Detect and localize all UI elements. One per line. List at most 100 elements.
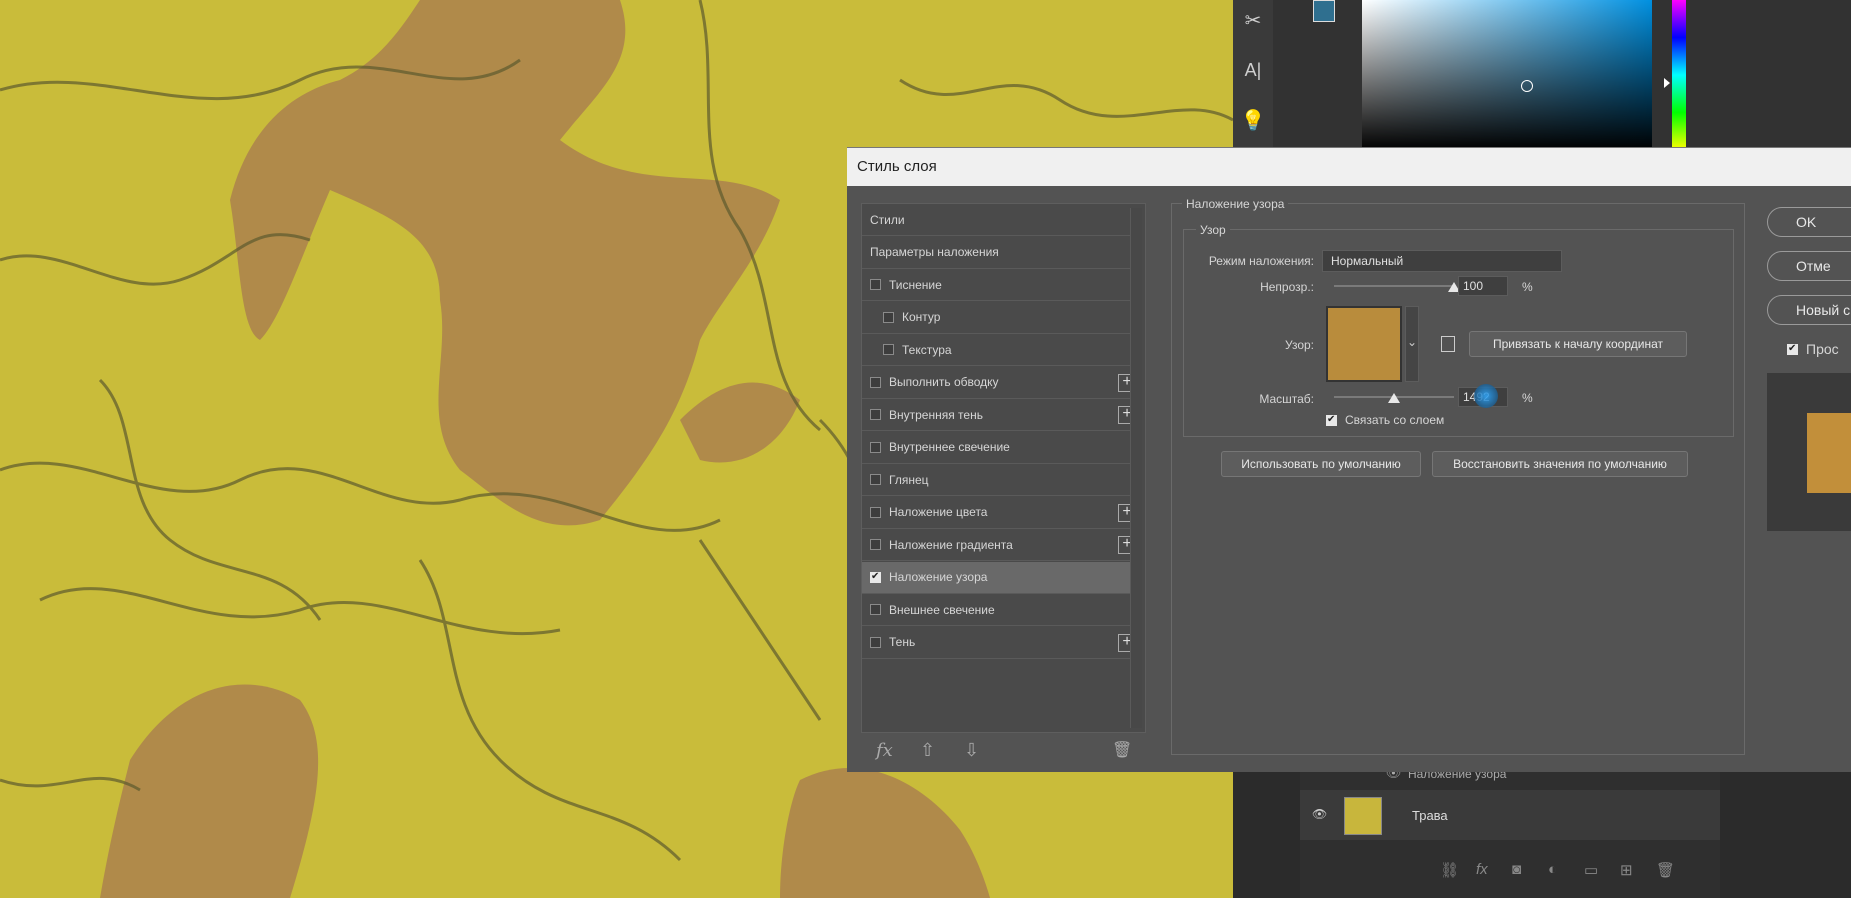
folder-icon[interactable]: ▭	[1584, 861, 1598, 879]
opacity-label: Непрозр.:	[1260, 280, 1314, 294]
style-list-label: Выполнить обводку	[889, 375, 999, 389]
style-list-label: Параметры наложения	[870, 245, 999, 259]
style-checkbox[interactable]	[870, 409, 881, 420]
ok-button[interactable]: OK	[1767, 207, 1851, 237]
style-list-label: Глянец	[889, 472, 929, 487]
style-list-item[interactable]: Глянец	[862, 464, 1140, 496]
fx-icon[interactable]: fx	[876, 740, 893, 761]
style-checkbox[interactable]	[870, 279, 881, 290]
color-panel	[1273, 0, 1851, 160]
new-preset-icon[interactable]	[1441, 336, 1455, 352]
layer-name: Трава	[1412, 808, 1448, 823]
styles-list: Стили Параметры наложения Тиснение Контур Те…	[861, 203, 1146, 761]
style-list-label: Внешнее свечение	[889, 602, 995, 617]
snap-to-origin-button[interactable]: Привязать к началу координат	[1469, 331, 1687, 357]
hue-slider[interactable]	[1672, 0, 1686, 150]
style-list-label: Тень	[889, 635, 916, 649]
style-checkbox[interactable]	[870, 539, 881, 550]
checkbox[interactable]	[1787, 343, 1798, 355]
fx-icon[interactable]: fx	[1476, 861, 1488, 878]
style-checkbox[interactable]	[883, 311, 894, 323]
style-checkbox[interactable]	[870, 604, 881, 615]
style-checkbox[interactable]	[870, 376, 881, 388]
style-list-label: Наложение цвета	[889, 505, 988, 519]
style-checkbox[interactable]	[883, 344, 894, 355]
link-icon[interactable]: ⛓	[1440, 861, 1459, 879]
style-list-item[interactable]: Внутреннее свечение	[862, 432, 1140, 464]
style-list-item[interactable]: Наложение градиента +	[862, 529, 1140, 561]
pattern-swatch[interactable]	[1326, 306, 1402, 382]
scale-slider-thumb[interactable]	[1388, 393, 1400, 403]
scale-label: Масштаб:	[1259, 392, 1314, 406]
pattern-group: Узор Режим наложения: Нормальный Непрозр…	[1183, 223, 1734, 437]
hue-slider-arrow[interactable]	[1664, 78, 1670, 88]
preview-swatch	[1807, 413, 1851, 493]
styles-list-scrollbar[interactable]	[1130, 208, 1142, 728]
style-checkbox[interactable]	[870, 441, 881, 453]
adjustment-icon[interactable]: ◐	[1548, 861, 1557, 878]
color-picker-field[interactable]	[1362, 0, 1652, 150]
opacity-unit: %	[1522, 280, 1533, 294]
opacity-slider-track[interactable]	[1334, 285, 1454, 287]
scissors-icon[interactable]: ✂	[1233, 5, 1273, 35]
blend-mode-select[interactable]: Нормальный	[1322, 250, 1562, 272]
reset-default-button[interactable]: Восстановить значения по умолчанию	[1432, 451, 1688, 477]
style-checkbox[interactable]	[870, 571, 881, 583]
pattern-overlay-panel: Наложение узора Узор Режим наложения: Но…	[1171, 197, 1745, 755]
style-list-item[interactable]: Внутренняя тень +	[862, 399, 1140, 431]
checkbox[interactable]	[1326, 414, 1337, 426]
style-list-label: Внутренняя тень	[889, 407, 983, 422]
style-list-label: Наложение градиента	[889, 537, 1013, 552]
style-checkbox[interactable]	[870, 474, 881, 485]
style-list-item[interactable]: Стили	[862, 204, 1140, 236]
color-picker-cursor[interactable]	[1521, 80, 1533, 92]
style-list-label: Тиснение	[889, 277, 942, 292]
blend-mode-label: Режим наложения:	[1208, 254, 1314, 268]
style-list-label: Текстура	[902, 342, 952, 357]
style-checkbox[interactable]	[870, 636, 881, 648]
layers-footer: ⛓ fx ◙ ◐ ▭ ⊞ 🗑	[1300, 856, 1720, 886]
make-default-button[interactable]: Использовать по умолчанию	[1221, 451, 1421, 477]
style-list-item[interactable]: Параметры наложения	[862, 237, 1140, 269]
eye-icon[interactable]: 👁	[1312, 807, 1327, 821]
style-list-item[interactable]: Наложение цвета +	[862, 497, 1140, 529]
layer-row[interactable]: 👁 Трава	[1300, 790, 1720, 840]
style-list-item[interactable]: Тень +	[862, 627, 1140, 659]
style-checkbox[interactable]	[870, 506, 881, 518]
layer-thumbnail	[1344, 797, 1382, 835]
style-list-label: Стили	[870, 212, 905, 227]
text-tool-icon[interactable]: A|	[1233, 55, 1273, 85]
link-with-layer-checkbox[interactable]: Связать со слоем	[1326, 413, 1444, 427]
tool-strip: ✂ A| 💡	[1233, 0, 1273, 160]
scale-unit: %	[1522, 391, 1533, 405]
style-list-item[interactable]: Внешнее свечение	[862, 594, 1140, 626]
style-preview	[1767, 373, 1851, 531]
style-list-label: Внутреннее свечение	[889, 440, 1010, 454]
preview-checkbox[interactable]: Прос	[1787, 341, 1839, 357]
style-list-item[interactable]: Выполнить обводку +	[862, 367, 1140, 399]
section-title: Наложение узора	[1182, 197, 1289, 211]
style-list-item[interactable]: Контур	[862, 302, 1140, 334]
lightbulb-icon[interactable]: 💡	[1233, 105, 1273, 135]
trash-icon[interactable]: 🗑	[1112, 740, 1132, 760]
move-up-icon[interactable]: ⇧	[920, 740, 935, 761]
cancel-button[interactable]: Отме	[1767, 251, 1851, 281]
move-down-icon[interactable]: ⇩	[964, 740, 979, 761]
style-list-label: Контур	[902, 310, 941, 324]
group-title: Узор	[1196, 223, 1230, 237]
style-list-item[interactable]: Текстура	[862, 334, 1140, 366]
style-list-item[interactable]: Наложение узора	[862, 561, 1140, 594]
mask-icon[interactable]: ◙	[1512, 861, 1521, 878]
opacity-input[interactable]: 100	[1458, 276, 1508, 296]
trash-icon[interactable]: 🗑	[1656, 861, 1675, 879]
preview-label: Прос	[1806, 341, 1839, 357]
chevron-down-icon[interactable]: ⌄	[1405, 306, 1419, 382]
style-list-item[interactable]: Тиснение	[862, 269, 1140, 301]
new-layer-icon[interactable]: ⊞	[1620, 861, 1633, 879]
cursor-highlight	[1474, 384, 1498, 408]
new-style-button[interactable]: Новый с	[1767, 295, 1851, 325]
layers-panel: 👁 Наложение узора 👁 Трава ⛓ fx ◙ ◐ ▭ ⊞ 🗑	[1300, 760, 1720, 898]
style-list-label: Наложение узора	[889, 570, 988, 584]
foreground-color-swatch[interactable]	[1313, 0, 1335, 22]
layer-style-dialog: Стиль слоя Стили Параметры наложения Тисне…	[847, 147, 1851, 772]
